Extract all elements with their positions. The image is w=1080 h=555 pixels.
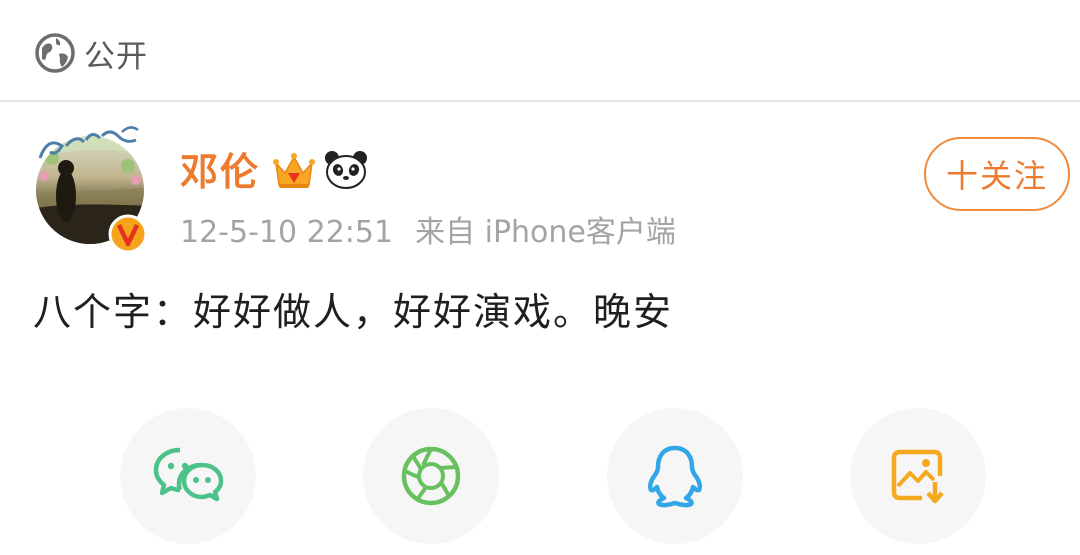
verified-badge-icon bbox=[108, 214, 148, 254]
post-source[interactable]: 来自 iPhone客户端 bbox=[415, 215, 676, 250]
share-wechat-button[interactable] bbox=[120, 408, 256, 544]
visibility-row[interactable]: 公开 bbox=[34, 28, 148, 78]
post-meta: 12-5-10 22:51 来自 iPhone客户端 bbox=[180, 211, 676, 255]
post-text: 八个字：好好做人，好好演戏。晚安 bbox=[33, 290, 674, 334]
avatar-wrapper[interactable] bbox=[26, 122, 150, 258]
visibility-label: 公开 bbox=[84, 38, 148, 75]
wechat-icon bbox=[152, 444, 224, 508]
post-timestamp: 12-5-10 22:51 bbox=[180, 215, 394, 250]
avatar-script-decoration bbox=[38, 126, 139, 159]
share-qq-button[interactable] bbox=[607, 408, 743, 544]
save-image-icon bbox=[888, 446, 948, 506]
panda-icon[interactable] bbox=[323, 149, 369, 195]
crown-icon[interactable] bbox=[272, 151, 316, 195]
author-name[interactable]: 邓伦 bbox=[180, 148, 260, 196]
save-image-button[interactable] bbox=[850, 408, 986, 544]
globe-icon bbox=[34, 32, 76, 74]
qq-icon bbox=[645, 443, 705, 509]
follow-button[interactable]: 十关注 bbox=[924, 137, 1070, 211]
share-moments-button[interactable] bbox=[363, 408, 499, 544]
divider bbox=[0, 100, 1080, 102]
moments-icon bbox=[399, 444, 463, 508]
